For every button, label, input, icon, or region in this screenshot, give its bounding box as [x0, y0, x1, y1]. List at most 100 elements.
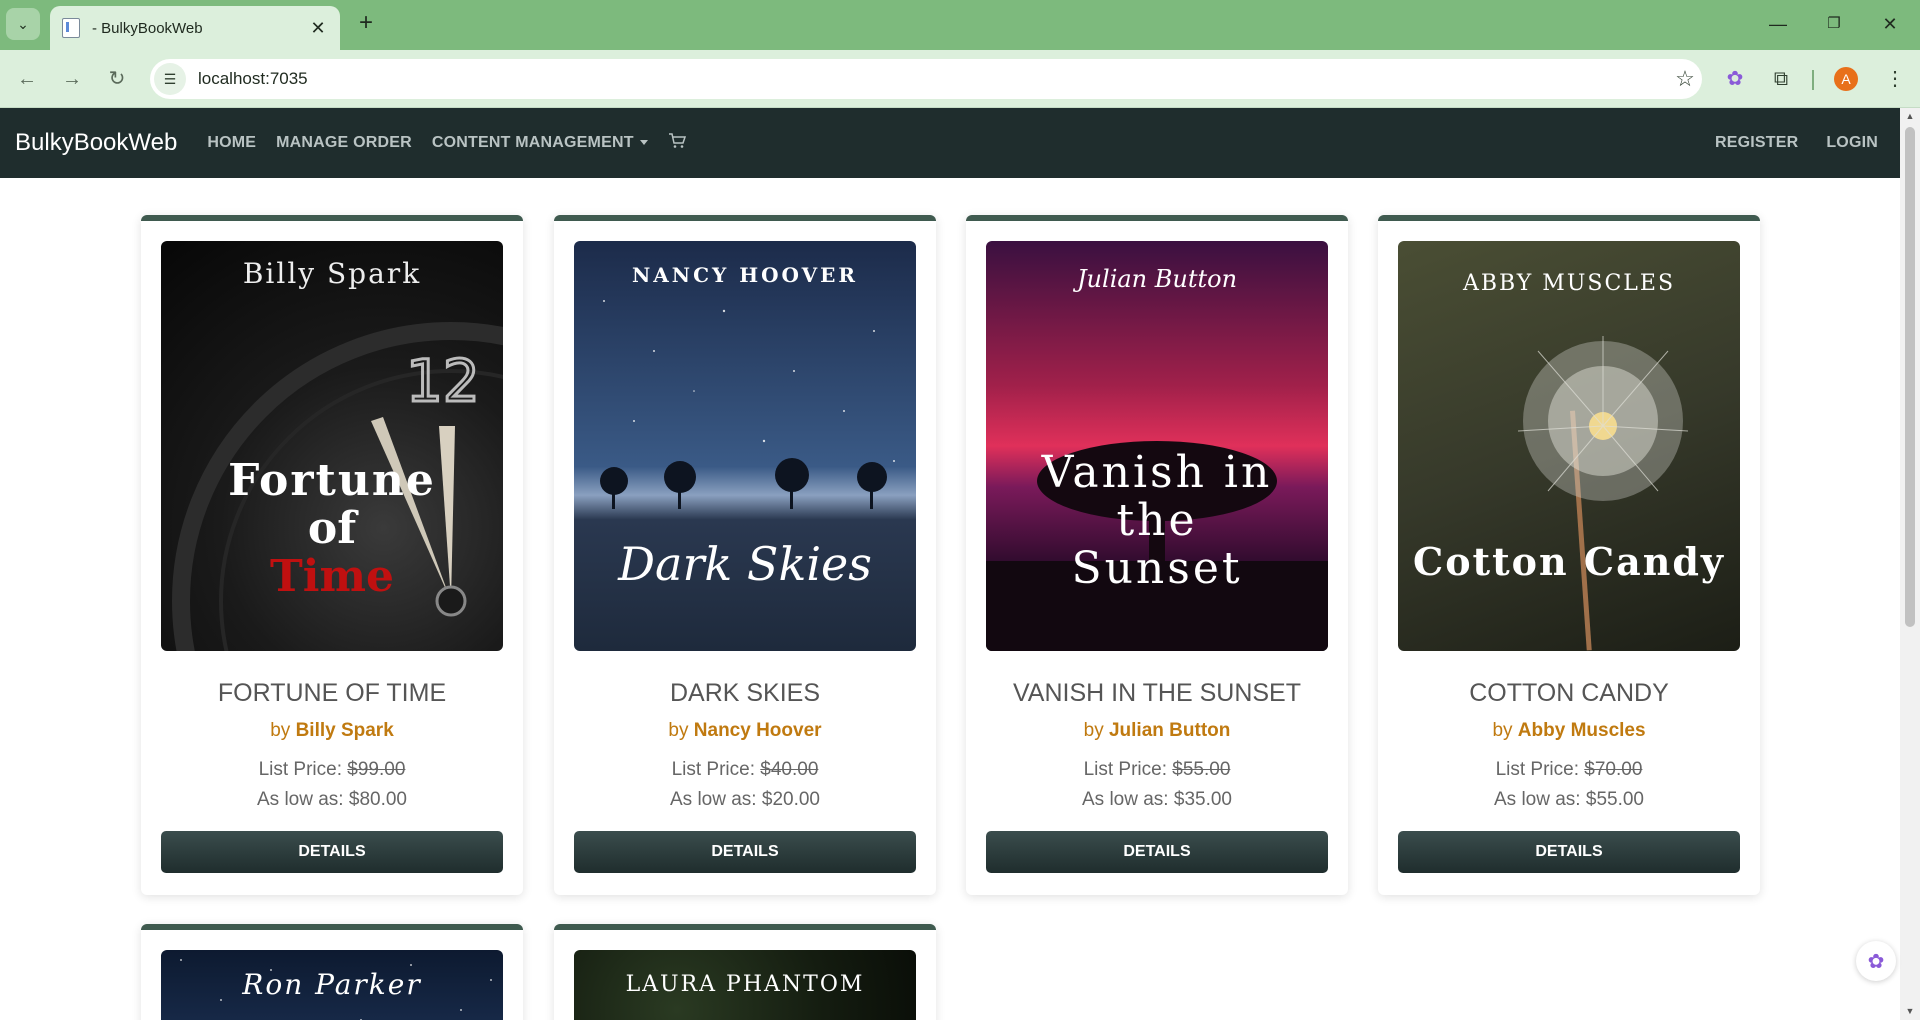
svg-text:12: 12	[406, 347, 480, 415]
list-price-label: List Price:	[258, 759, 342, 780]
author-name: Julian Button	[1108, 720, 1231, 741]
list-price-line: List Price: $40.00	[554, 759, 936, 781]
low-price-label: As low as:	[1082, 789, 1169, 810]
extensions-puzzle-icon[interactable]: ⧉	[1766, 64, 1796, 94]
list-price-label: List Price:	[1083, 759, 1167, 780]
product-card: 12 Billy Spark Fortune of Time FORTUNE O…	[141, 215, 523, 895]
url-text[interactable]: localhost:7035	[198, 69, 1668, 89]
details-button[interactable]: DETAILS	[161, 831, 503, 873]
list-price-label: List Price:	[671, 759, 755, 780]
tab-search-button[interactable]: ⌄	[6, 8, 40, 40]
book-cover-image[interactable]: Julian Button Vanish in the Sunset	[986, 241, 1328, 651]
book-author-line: by Nancy Hoover	[554, 720, 936, 742]
cover-author-text: NANCY HOOVER	[631, 263, 858, 287]
forward-arrow-icon[interactable]: →	[57, 64, 87, 94]
book-cover-image[interactable]: NANCY HOOVER Dark Skies	[574, 241, 916, 651]
low-price-label: As low as:	[1494, 789, 1581, 810]
scrollbar-thumb[interactable]	[1905, 127, 1915, 627]
low-price-line: As low as: $35.00	[966, 789, 1348, 811]
cart-icon[interactable]	[668, 132, 686, 154]
nav-home[interactable]: HOME	[207, 134, 256, 152]
bookmark-star-icon[interactable]: ☆	[1668, 66, 1702, 92]
nav-content-management[interactable]: CONTENT MANAGEMENT	[432, 134, 648, 152]
by-label: by	[668, 720, 689, 741]
scroll-down-arrow-icon[interactable]: ▼	[1903, 1006, 1917, 1018]
list-price-value: $70.00	[1584, 759, 1643, 780]
cover-title-line: Fortune	[228, 455, 436, 506]
list-price-line: List Price: $99.00	[141, 759, 523, 781]
nav-register[interactable]: REGISTER	[1715, 134, 1798, 152]
dropdown-caret-icon	[639, 140, 648, 146]
book-title: COTTON CANDY	[1469, 679, 1669, 707]
brain-extension-icon[interactable]: ✿	[1720, 64, 1750, 94]
cover-title-line: Vanish in	[1041, 447, 1273, 498]
chevron-down-icon: ⌄	[17, 15, 29, 32]
scroll-up-arrow-icon[interactable]: ▲	[1903, 111, 1917, 123]
details-button[interactable]: DETAILS	[1398, 831, 1740, 873]
cover-title-line: the	[1116, 495, 1198, 546]
low-price-value: $20.00	[761, 789, 820, 810]
author-name: Nancy Hoover	[693, 720, 822, 741]
product-card: LAURA PHANTOM	[554, 924, 936, 1020]
product-card: Julian Button Vanish in the Sunset VANIS…	[966, 215, 1348, 895]
low-price-value: $80.00	[348, 789, 407, 810]
book-cover-image[interactable]: 12 Billy Spark Fortune of Time	[161, 241, 503, 651]
author-name: Billy Spark	[295, 720, 394, 741]
nav-manage-order[interactable]: MANAGE ORDER	[276, 134, 412, 152]
details-button[interactable]: DETAILS	[574, 831, 916, 873]
brand-logo[interactable]: BulkyBookWeb	[15, 129, 177, 157]
product-card: Ron Parker	[141, 924, 523, 1020]
address-bar[interactable]: ☰ localhost:7035 ☆	[150, 59, 1702, 99]
nav-right-group: REGISTER LOGIN	[1687, 108, 1878, 178]
nav-login[interactable]: LOGIN	[1826, 134, 1878, 152]
cover-title-line: Dark Skies	[618, 537, 872, 591]
minimize-button[interactable]: —	[1758, 10, 1798, 38]
book-author-line: by Billy Spark	[141, 720, 523, 742]
browser-titlebar: ⌄ - BulkyBookWeb ✕ + — ❐ ✕	[0, 0, 1920, 50]
product-card: ABBY MUSCLES Cotton Candy COTTON CANDY b…	[1378, 215, 1760, 895]
author-name: Abby Muscles	[1517, 720, 1646, 741]
toolbar-divider	[1812, 70, 1814, 90]
low-price-line: As low as: $80.00	[141, 789, 523, 811]
book-author-line: by Julian Button	[966, 720, 1348, 742]
cover-author-text: Billy Spark	[242, 257, 422, 290]
more-menu-icon[interactable]: ⋮	[1880, 64, 1910, 94]
site-info-icon[interactable]: ☰	[154, 63, 186, 95]
close-icon[interactable]: ✕	[308, 18, 328, 39]
browser-tab[interactable]: - BulkyBookWeb ✕	[50, 6, 340, 50]
list-price-line: List Price: $70.00	[1378, 759, 1760, 781]
reload-icon[interactable]: ↻	[102, 64, 132, 94]
list-price-value: $40.00	[760, 759, 819, 780]
low-price-line: As low as: $20.00	[554, 789, 936, 811]
book-cover-image[interactable]: Ron Parker	[161, 950, 503, 1020]
window-close-button[interactable]: ✕	[1870, 10, 1910, 38]
cover-title-line: Cotton Candy	[1412, 539, 1726, 584]
profile-avatar[interactable]: A	[1834, 67, 1858, 91]
cover-title-line: of	[307, 503, 357, 554]
new-tab-button[interactable]: +	[352, 10, 380, 38]
browser-toolbar: ← → ↻ ☰ localhost:7035 ☆ ✿ ⧉ A ⋮	[0, 50, 1920, 108]
low-price-value: $55.00	[1585, 789, 1644, 810]
book-cover-image[interactable]: ABBY MUSCLES Cotton Candy	[1398, 241, 1740, 651]
list-price-value: $55.00	[1172, 759, 1231, 780]
cover-author-text: Ron Parker	[242, 968, 422, 1001]
details-button[interactable]: DETAILS	[986, 831, 1328, 873]
app-navbar: BulkyBookWeb HOME MANAGE ORDER CONTENT M…	[0, 108, 1900, 178]
book-cover-image[interactable]: LAURA PHANTOM	[574, 950, 916, 1020]
back-arrow-icon[interactable]: ←	[12, 64, 42, 94]
restore-button[interactable]: ❐	[1814, 10, 1854, 38]
book-title: VANISH IN THE SUNSET	[1012, 679, 1301, 707]
book-author-line: by Abby Muscles	[1378, 720, 1760, 742]
low-price-line: As low as: $55.00	[1378, 789, 1760, 811]
tab-title: - BulkyBookWeb	[92, 19, 203, 37]
cover-author-text: ABBY MUSCLES	[1462, 271, 1676, 296]
by-label: by	[1492, 720, 1513, 741]
cover-author-text: Julian Button	[1076, 265, 1238, 293]
low-price-value: $35.00	[1173, 789, 1232, 810]
book-title: FORTUNE OF TIME	[217, 679, 447, 707]
nav-content-management-label: CONTENT MANAGEMENT	[431, 134, 634, 151]
brain-icon: ✿	[1867, 950, 1885, 973]
product-card: NANCY HOOVER Dark Skies DARK SKIES by Na…	[554, 215, 936, 895]
floating-assistant-button[interactable]: ✿	[1856, 941, 1896, 981]
cover-title-line: Time	[269, 551, 394, 602]
